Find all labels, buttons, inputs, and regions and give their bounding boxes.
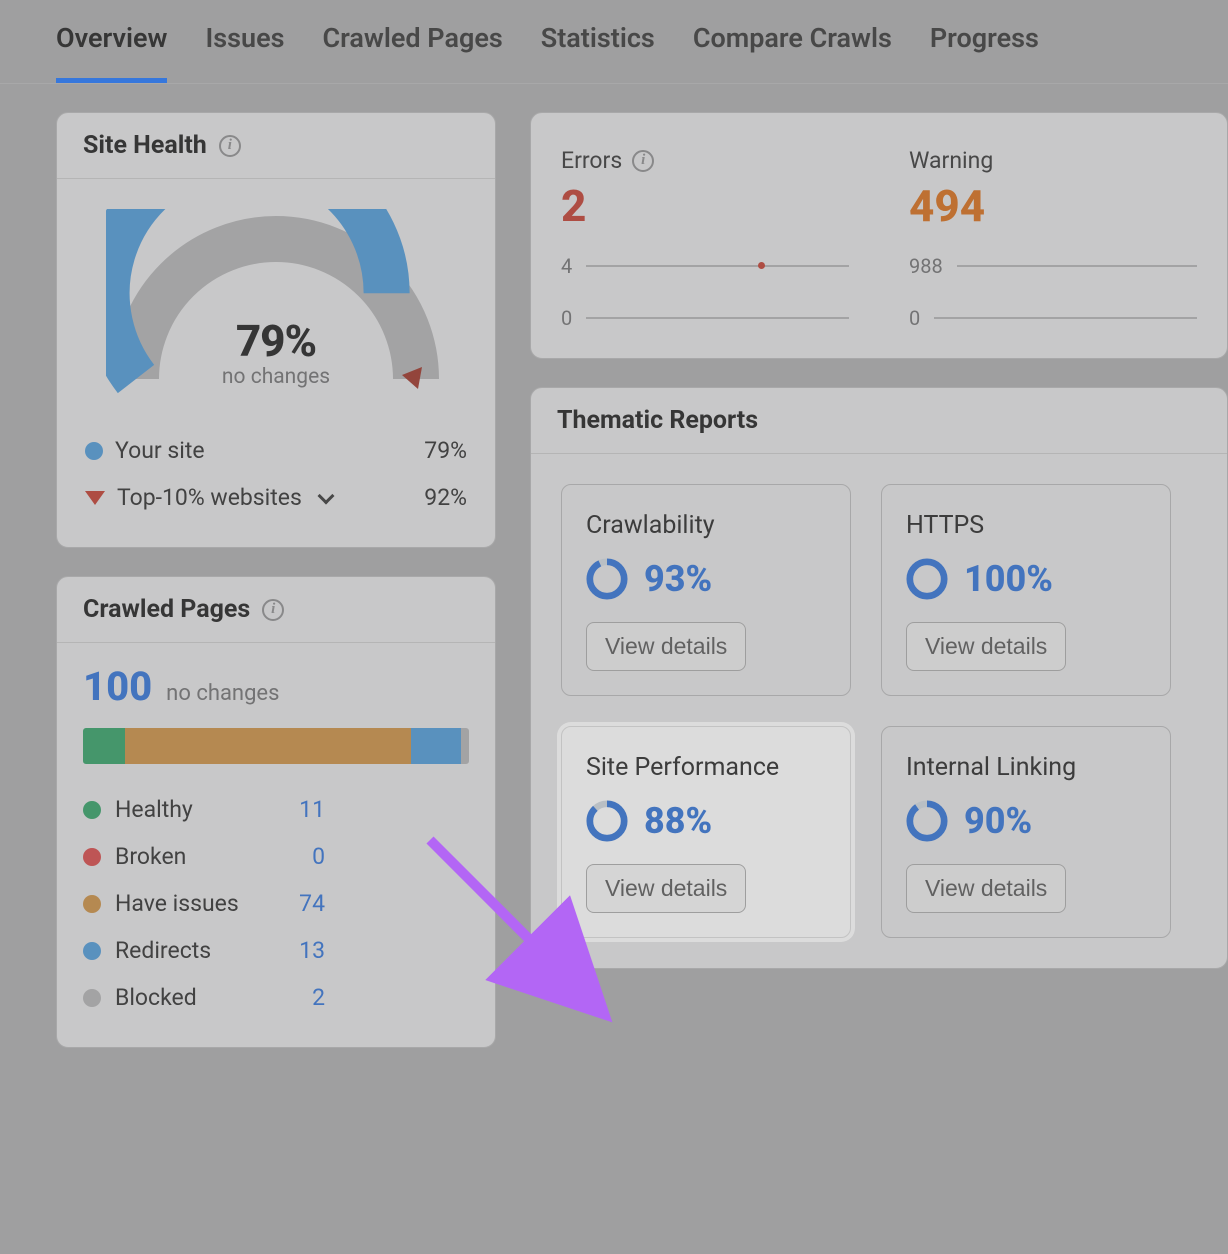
- view-details-button[interactable]: View details: [906, 864, 1066, 913]
- legend-top10[interactable]: Top-10% websites 92%: [83, 474, 469, 521]
- warnings-block[interactable]: Warning 494 988 0: [879, 113, 1227, 358]
- bar-segment: [125, 728, 411, 764]
- thematic-report-pct: 93%: [644, 558, 712, 600]
- donut-icon: [906, 800, 948, 842]
- crawled-pages-row-value: 74: [275, 890, 325, 917]
- dot-icon: [83, 942, 101, 960]
- crawled-pages-row-label: Broken: [115, 843, 275, 870]
- tab-overview[interactable]: Overview: [56, 22, 167, 83]
- bar-segment: [461, 728, 469, 764]
- bar-segment: [83, 728, 125, 764]
- thematic-report-card: Crawlability 93% View details: [561, 484, 851, 696]
- view-details-button[interactable]: View details: [906, 622, 1066, 671]
- errors-value: 2: [561, 180, 849, 232]
- triangle-down-icon: [85, 491, 105, 505]
- legend-your-site[interactable]: Your site 79%: [83, 427, 469, 474]
- legend-label: Your site: [115, 437, 205, 464]
- crawled-pages-row[interactable]: Blocked2: [83, 974, 469, 1021]
- legend-value: 79%: [424, 437, 467, 464]
- info-icon[interactable]: i: [632, 150, 654, 172]
- thematic-title: Thematic Reports: [557, 406, 758, 435]
- thematic-report-title: HTTPS: [906, 511, 1146, 540]
- dot-icon: [85, 442, 103, 460]
- crawled-pages-row[interactable]: Redirects13: [83, 927, 469, 974]
- crawled-pages-row-value: 13: [275, 937, 325, 964]
- crawled-pages-row-label: Healthy: [115, 796, 275, 823]
- crawled-pages-row-value: 0: [275, 843, 325, 870]
- crawled-pages-sub: no changes: [166, 681, 279, 706]
- sparkline: [586, 317, 849, 319]
- dot-icon: [83, 989, 101, 1007]
- crawled-pages-row-label: Have issues: [115, 890, 275, 917]
- site-health-title: Site Health: [83, 131, 207, 160]
- tab-issues[interactable]: Issues: [205, 22, 284, 83]
- thematic-reports-card: Thematic Reports Crawlability 93% View det…: [530, 387, 1228, 969]
- thematic-report-pct: 88%: [644, 800, 712, 842]
- tab-progress[interactable]: Progress: [930, 22, 1039, 83]
- thematic-report-card: Site Performance 88% View details: [561, 726, 851, 938]
- dot-icon: [83, 848, 101, 866]
- legend-label: Top-10% websites: [117, 484, 302, 511]
- crawled-pages-row[interactable]: Broken0: [83, 833, 469, 880]
- warnings-value: 494: [909, 180, 1197, 232]
- donut-icon: [586, 800, 628, 842]
- axis-tick: 988: [909, 254, 943, 278]
- axis-tick: 0: [909, 306, 920, 330]
- tab-compare-crawls[interactable]: Compare Crawls: [693, 22, 892, 83]
- crawled-pages-row-label: Redirects: [115, 937, 275, 964]
- chevron-down-icon: [317, 487, 334, 504]
- thematic-report-title: Site Performance: [586, 753, 826, 782]
- crawled-pages-count[interactable]: 100: [83, 663, 152, 710]
- errors-label: Errors: [561, 147, 622, 174]
- crawled-pages-bar: [83, 728, 469, 764]
- tab-statistics[interactable]: Statistics: [541, 22, 655, 83]
- crawled-pages-row-value: 2: [275, 984, 325, 1011]
- thematic-report-title: Crawlability: [586, 511, 826, 540]
- legend-value: 92%: [424, 484, 467, 511]
- info-icon[interactable]: i: [219, 135, 241, 157]
- sparkline: [957, 265, 1197, 267]
- thematic-report-card: Internal Linking 90% View details: [881, 726, 1171, 938]
- sparkline: [586, 265, 849, 267]
- warnings-label: Warning: [909, 147, 993, 174]
- view-details-button[interactable]: View details: [586, 864, 746, 913]
- donut-icon: [586, 558, 628, 600]
- thematic-report-card: HTTPS 100% View details: [881, 484, 1171, 696]
- errors-warnings-card: Errors i 2 4 0 Warning 494 988: [530, 112, 1228, 359]
- crawled-pages-row[interactable]: Healthy11: [83, 786, 469, 833]
- axis-tick: 4: [561, 254, 572, 278]
- crawled-pages-title: Crawled Pages: [83, 595, 250, 624]
- thematic-report-pct: 100%: [964, 558, 1053, 600]
- gauge-sub: no changes: [106, 365, 446, 389]
- thematic-report-title: Internal Linking: [906, 753, 1146, 782]
- dot-icon: [83, 895, 101, 913]
- donut-icon: [906, 558, 948, 600]
- crawled-pages-row[interactable]: Have issues74: [83, 880, 469, 927]
- info-icon[interactable]: i: [262, 599, 284, 621]
- site-health-card: Site Health i 79% no changes: [56, 112, 496, 548]
- gauge-percent: 79%: [106, 315, 446, 367]
- axis-tick: 0: [561, 306, 572, 330]
- view-details-button[interactable]: View details: [586, 622, 746, 671]
- bar-segment: [411, 728, 461, 764]
- site-health-gauge: 79% no changes: [106, 209, 446, 399]
- errors-block[interactable]: Errors i 2 4 0: [531, 113, 879, 358]
- crawled-pages-row-value: 11: [275, 796, 325, 823]
- dot-icon: [83, 801, 101, 819]
- thematic-report-pct: 90%: [964, 800, 1032, 842]
- crawled-pages-card: Crawled Pages i 100 no changes Healthy11…: [56, 576, 496, 1048]
- sparkline: [934, 317, 1197, 319]
- crawled-pages-row-label: Blocked: [115, 984, 275, 1011]
- tabs-bar: Overview Issues Crawled Pages Statistics…: [0, 0, 1228, 84]
- tab-crawled-pages[interactable]: Crawled Pages: [322, 22, 502, 83]
